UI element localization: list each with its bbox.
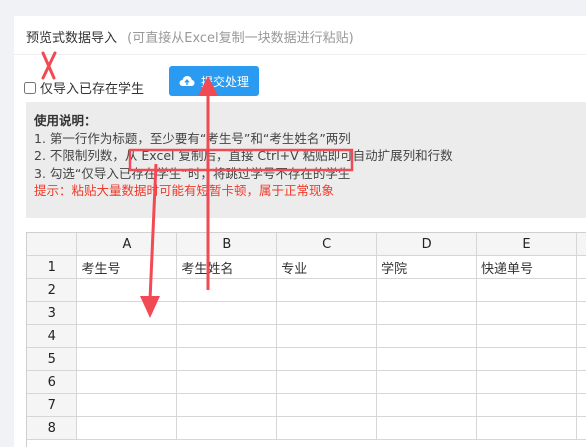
grid-cell[interactable] [76, 393, 178, 417]
column-header[interactable]: B [176, 233, 278, 256]
grid-cell-extra[interactable] [576, 370, 586, 394]
submit-button-label: 提交处理 [200, 74, 249, 89]
grid-cell[interactable] [376, 324, 478, 348]
page-title: 预览式数据导入 [26, 31, 118, 46]
grid-cell[interactable] [276, 347, 378, 371]
table-row: 7 [27, 393, 586, 417]
row-header[interactable]: 8 [27, 416, 78, 440]
grid-cell-extra[interactable] [576, 347, 586, 371]
instruction-line: 3. 勾选“仅导入已存在学生”时，将跳过学号不存在的学生 [34, 165, 351, 181]
grid-cell[interactable] [76, 301, 178, 325]
column-header[interactable]: E [476, 233, 577, 256]
grid-cell[interactable] [476, 393, 577, 417]
grid-cell[interactable] [476, 416, 577, 440]
grid-cell[interactable] [276, 278, 378, 302]
grid-cell[interactable]: 快递单号 [476, 255, 577, 279]
grid-cell[interactable] [276, 416, 378, 440]
column-header-extra[interactable] [576, 233, 586, 256]
submit-button[interactable]: 提交处理 [169, 66, 259, 96]
grid-cell[interactable]: 考生姓名 [176, 255, 278, 279]
grid-cell[interactable] [76, 416, 178, 440]
grid-cell[interactable] [476, 278, 577, 302]
instruction-tip: 提示：粘贴大量数据时可能有短暂卡顿，属于正常现象 [34, 183, 335, 198]
grid-cell[interactable] [476, 370, 577, 394]
column-header[interactable]: D [376, 233, 478, 256]
grid-cell[interactable] [376, 393, 478, 417]
grid-cell[interactable] [176, 278, 278, 302]
row-header[interactable]: 1 [27, 255, 78, 279]
existing-only-checkbox[interactable] [24, 81, 36, 94]
instructions-heading: 使用说明： [34, 113, 97, 128]
row-header[interactable]: 4 [27, 324, 78, 348]
grid-cell-extra[interactable] [576, 301, 586, 325]
grid-cell[interactable] [76, 347, 178, 371]
instructions-box: 使用说明： 1. 第一行作为标题，至少要有“考生号”和“考生姓名”两列 2. 不… [26, 102, 586, 218]
grid-cell-extra[interactable] [576, 393, 586, 417]
row-header[interactable]: 7 [27, 393, 78, 417]
existing-only-option[interactable]: 仅导入已存在学生 [24, 78, 144, 97]
grid-cell[interactable] [276, 370, 378, 394]
grid-cell[interactable]: 学院 [376, 255, 478, 279]
column-header[interactable]: A [76, 233, 178, 256]
grid-cell[interactable] [76, 324, 178, 348]
grid-cell-extra[interactable] [576, 278, 586, 302]
grid-cell[interactable] [276, 301, 378, 325]
grid-cell[interactable] [276, 393, 378, 417]
grid-cell[interactable] [476, 347, 577, 371]
panel-header: 预览式数据导入 (可直接从Excel复制一块数据进行粘贴) [26, 27, 354, 46]
row-header[interactable]: 6 [27, 370, 78, 394]
table-row: 6 [27, 370, 586, 394]
grid-cell-extra[interactable] [576, 255, 586, 279]
grid-cell[interactable] [376, 347, 478, 371]
table-row: 4 [27, 324, 586, 348]
grid-cell[interactable] [176, 416, 278, 440]
grid-cell[interactable] [376, 301, 478, 325]
grid-cell[interactable] [76, 278, 178, 302]
grid-cell[interactable] [76, 370, 178, 394]
header-divider [14, 54, 586, 55]
import-panel: 预览式数据导入 (可直接从Excel复制一块数据进行粘贴) 仅导入已存在学生 提… [14, 16, 586, 447]
instruction-line: 1. 第一行作为标题，至少要有“考生号”和“考生姓名”两列 [34, 130, 351, 146]
instruction-line: 2. 不限制列数，从 Excel 复制后，直接 Ctrl+V 粘贴即可自动扩展列… [34, 148, 453, 163]
grid-cell[interactable] [276, 324, 378, 348]
row-header[interactable]: 2 [27, 278, 78, 302]
corner-cell[interactable] [27, 233, 78, 256]
cloud-upload-icon [179, 75, 195, 87]
grid-cell[interactable] [376, 278, 478, 302]
table-row: 8 [27, 416, 586, 440]
grid-cell[interactable]: 考生号 [76, 255, 178, 279]
table-row: 3 [27, 301, 586, 325]
column-header[interactable]: C [276, 233, 378, 256]
page-subtitle: (可直接从Excel复制一块数据进行粘贴) [127, 31, 354, 46]
table-row: 2 [27, 278, 586, 302]
spreadsheet-grid[interactable]: A B C D E 1 考生号 考生姓名 专业 学院 快递单号 2 3 4 5 6 7 8 [26, 232, 586, 447]
grid-cell[interactable] [176, 347, 278, 371]
grid-cell[interactable] [376, 370, 478, 394]
grid-cell-extra[interactable] [576, 324, 586, 348]
grid-cell[interactable]: 专业 [276, 255, 378, 279]
grid-cell[interactable] [176, 370, 278, 394]
grid-cell[interactable] [176, 393, 278, 417]
grid-cell[interactable] [476, 301, 577, 325]
table-row: 5 [27, 347, 586, 371]
table-row: 1 考生号 考生姓名 专业 学院 快递单号 [27, 255, 586, 279]
row-header[interactable]: 3 [27, 301, 78, 325]
grid-cell[interactable] [176, 301, 278, 325]
grid-cell[interactable] [476, 324, 577, 348]
grid-cell-extra[interactable] [576, 416, 586, 440]
grid-cell[interactable] [376, 416, 478, 440]
existing-only-label: 仅导入已存在学生 [40, 82, 145, 97]
row-header[interactable]: 5 [27, 347, 78, 371]
grid-cell[interactable] [176, 324, 278, 348]
